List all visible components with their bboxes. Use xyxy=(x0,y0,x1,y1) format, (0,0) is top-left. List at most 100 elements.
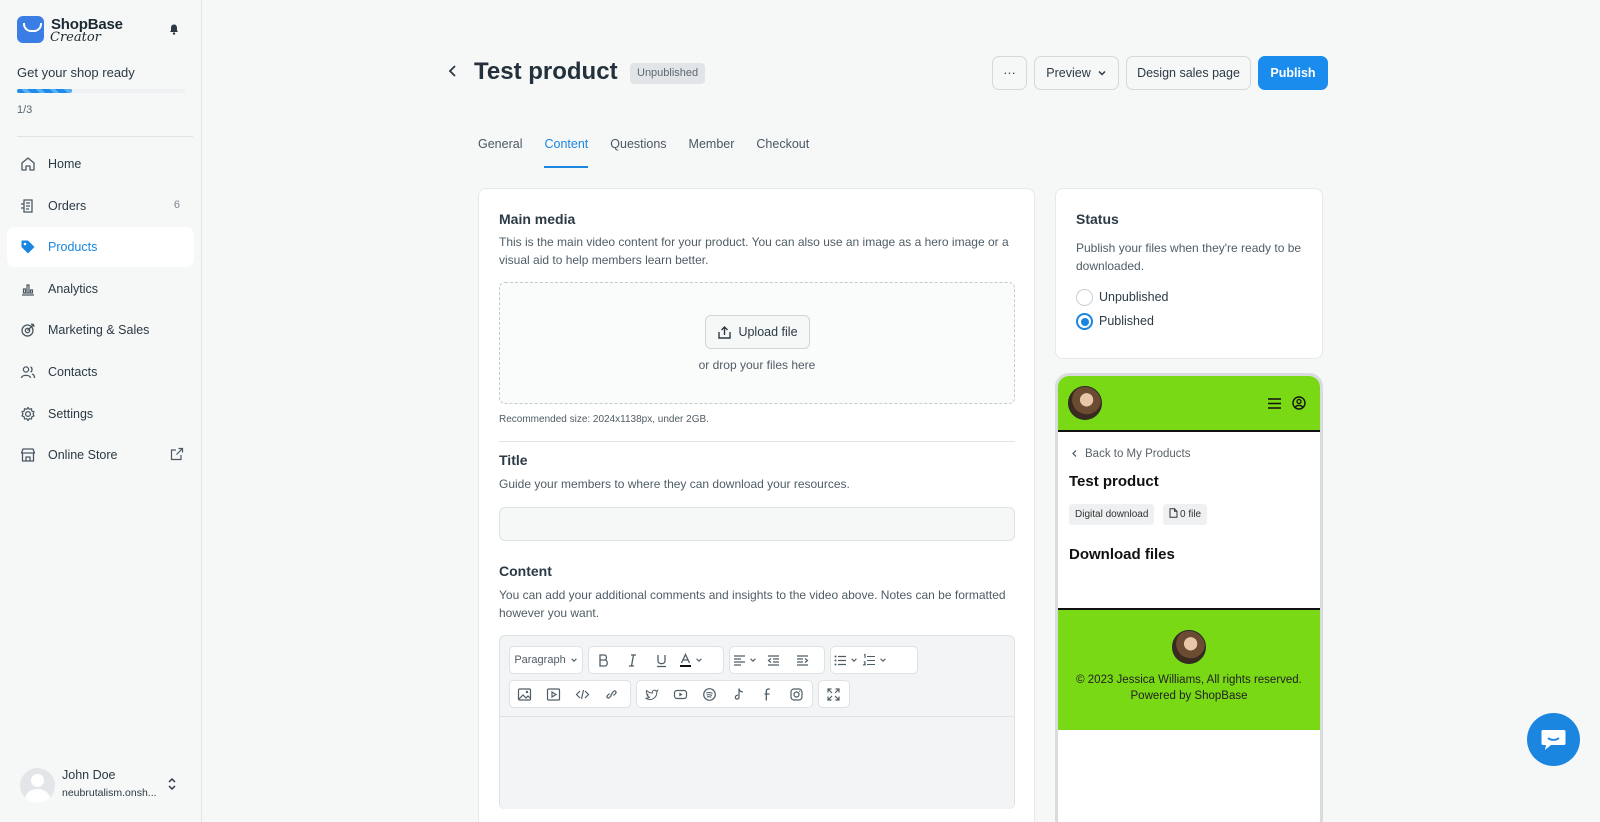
preview-footer-copyright: © 2023 Jessica Williams, All rights rese… xyxy=(1076,674,1302,686)
store-icon xyxy=(20,448,36,462)
text-color-button[interactable] xyxy=(676,647,705,673)
insert-code-button[interactable] xyxy=(568,681,597,707)
title-section-description: Guide your members to where they can dow… xyxy=(499,477,850,491)
preview-label: Preview xyxy=(1046,66,1091,80)
bullet-list-icon xyxy=(834,655,846,665)
radio-unpublished[interactable] xyxy=(1076,289,1093,306)
sidebar-item-home[interactable]: Home xyxy=(7,144,194,184)
preview-footer-avatar xyxy=(1172,630,1206,664)
tag-icon xyxy=(21,240,35,254)
italic-button[interactable] xyxy=(618,647,647,673)
content-card: Main media This is the main video conten… xyxy=(478,188,1035,822)
user-shop: neubrutalism.onsh... xyxy=(62,787,157,799)
radio-unpublished-label[interactable]: Unpublished xyxy=(1099,290,1169,304)
bell-icon[interactable] xyxy=(169,24,179,35)
preview-type-tag: Digital download xyxy=(1069,504,1155,525)
drop-files-text: or drop your files here xyxy=(698,358,816,372)
main-media-title: Main media xyxy=(499,211,576,227)
radio-published[interactable] xyxy=(1076,313,1093,330)
sidebar-item-label: Products xyxy=(48,240,98,255)
tab-member[interactable]: Member xyxy=(689,137,735,168)
publish-button[interactable]: Publish xyxy=(1258,56,1328,90)
underline-button[interactable] xyxy=(647,647,676,673)
sidebar-nav: Home Orders 6 Products Analytics Marketi… xyxy=(7,144,194,477)
code-icon xyxy=(575,689,590,699)
orders-count-badge: 6 xyxy=(173,198,180,211)
spotify-icon xyxy=(703,687,716,701)
rich-text-editor: Paragraph xyxy=(499,635,1015,809)
indent-button[interactable] xyxy=(788,647,817,673)
brand-logo[interactable]: ShopBase Creator xyxy=(17,16,187,46)
external-link-icon[interactable] xyxy=(170,447,184,461)
preview-button[interactable]: Preview xyxy=(1034,56,1119,90)
preview-footer-powered: Powered by ShopBase xyxy=(1130,690,1248,702)
brand-tagline: Creator xyxy=(50,30,101,45)
video-icon xyxy=(546,687,561,701)
embed-youtube-button[interactable] xyxy=(666,681,695,707)
insert-video-button[interactable] xyxy=(539,681,568,707)
numbered-list-icon xyxy=(862,653,875,665)
tab-content[interactable]: Content xyxy=(544,137,588,168)
onboarding-title[interactable]: Get your shop ready xyxy=(17,65,135,80)
insert-link-button[interactable] xyxy=(597,681,626,707)
bold-icon xyxy=(599,653,608,667)
sidebar-item-analytics[interactable]: Analytics xyxy=(7,269,194,309)
editor-toolbar: Paragraph xyxy=(500,636,1014,717)
bullet-list-button[interactable] xyxy=(831,647,860,673)
page-title: Test product xyxy=(474,58,618,85)
sidebar-item-products[interactable]: Products xyxy=(7,227,194,268)
facebook-icon xyxy=(764,687,770,700)
sidebar-item-online-store[interactable]: Online Store xyxy=(7,435,194,475)
tab-checkout[interactable]: Checkout xyxy=(756,137,809,168)
sidebar-item-contacts[interactable]: Contacts xyxy=(7,352,194,392)
expand-icon xyxy=(827,687,840,701)
sidebar-item-label: Contacts xyxy=(48,364,98,379)
upload-file-button[interactable]: Upload file xyxy=(705,315,810,349)
orders-icon xyxy=(21,198,33,213)
publish-label: Publish xyxy=(1270,66,1316,80)
align-button[interactable] xyxy=(730,647,759,673)
status-title: Status xyxy=(1076,211,1119,227)
chevron-down-icon xyxy=(696,658,702,662)
upload-icon xyxy=(718,325,732,339)
sidebar-item-label: Settings xyxy=(48,406,94,421)
embed-tiktok-button[interactable] xyxy=(724,681,753,707)
numbered-list-button[interactable] xyxy=(860,647,889,673)
chevron-down-icon xyxy=(851,658,857,662)
back-arrow-icon[interactable] xyxy=(446,64,460,78)
paragraph-style-label: Paragraph xyxy=(514,654,566,666)
embed-spotify-button[interactable] xyxy=(695,681,724,707)
embed-twitter-button[interactable] xyxy=(637,681,666,707)
outdent-button[interactable] xyxy=(759,647,788,673)
sidebar-divider xyxy=(17,136,193,137)
section-divider xyxy=(499,441,1015,442)
embed-instagram-button[interactable] xyxy=(782,681,811,707)
tab-general[interactable]: General xyxy=(478,137,522,168)
bold-button[interactable] xyxy=(589,647,618,673)
file-icon xyxy=(1169,508,1178,518)
chevron-up-down-icon[interactable] xyxy=(166,776,178,792)
hamburger-menu-icon xyxy=(1268,398,1281,409)
more-actions-button[interactable]: ··· xyxy=(992,56,1027,90)
chevron-down-icon xyxy=(1098,70,1106,76)
embed-facebook-button[interactable] xyxy=(753,681,782,707)
insert-group xyxy=(509,680,631,708)
text-format-group xyxy=(588,646,724,674)
fullscreen-button[interactable] xyxy=(819,681,848,707)
content-section-title: Content xyxy=(499,563,552,579)
sidebar-item-marketing[interactable]: Marketing & Sales xyxy=(7,310,194,350)
insert-image-button[interactable] xyxy=(510,681,539,707)
design-sales-page-button[interactable]: Design sales page xyxy=(1126,56,1251,90)
sidebar-item-settings[interactable]: Settings xyxy=(7,394,194,434)
preview-files-count: 0 file xyxy=(1180,509,1202,520)
chat-support-button[interactable] xyxy=(1527,713,1580,766)
media-dropzone[interactable]: Upload file or drop your files here xyxy=(499,282,1015,404)
tab-questions[interactable]: Questions xyxy=(610,137,666,168)
user-account-menu[interactable]: John Doe neubrutalism.onsh... xyxy=(20,766,190,806)
title-section-title: Title xyxy=(499,452,528,468)
sidebar-item-orders[interactable]: Orders 6 xyxy=(7,186,194,226)
title-input[interactable] xyxy=(499,507,1015,541)
paragraph-style-select[interactable]: Paragraph xyxy=(509,646,583,674)
editor-content-area[interactable] xyxy=(500,717,1014,809)
radio-published-label[interactable]: Published xyxy=(1099,314,1154,328)
